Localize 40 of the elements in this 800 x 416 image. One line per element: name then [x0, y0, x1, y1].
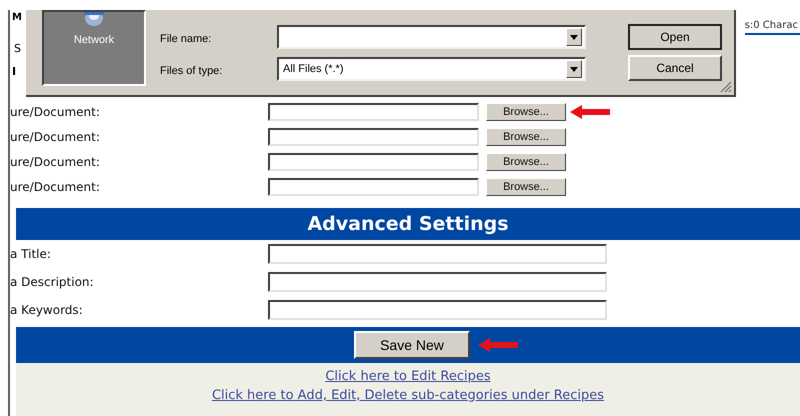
dropdown-button[interactable]	[566, 60, 582, 78]
page-text: I	[12, 64, 16, 80]
status-text: s:0 Charac	[744, 18, 800, 35]
section-header: Advanced Settings	[16, 208, 800, 240]
file-path-field[interactable]	[268, 153, 479, 171]
field-label: a Title:	[10, 246, 52, 263]
caret-icon	[570, 66, 578, 72]
places-item[interactable]: Network	[42, 10, 146, 86]
field-label: File name:	[160, 32, 212, 47]
file-type-dropdown[interactable]: All Files (*.*)	[277, 57, 586, 81]
text-field[interactable]	[268, 244, 607, 264]
field-label: ure/Document:	[10, 179, 101, 196]
combo-value: All Files (*.*)	[282, 62, 345, 77]
dialog-button[interactable]: Cancel	[628, 55, 722, 81]
text-field[interactable]	[268, 272, 607, 292]
dropdown-button[interactable]	[566, 28, 582, 46]
browse-button[interactable]: Browse...	[486, 128, 566, 146]
field-label: ure/Document:	[10, 154, 101, 171]
dialog-button[interactable]: Open	[628, 24, 722, 50]
resize-grip-icon[interactable]	[720, 81, 732, 93]
page-text: M	[11, 11, 22, 25]
caret-icon	[570, 34, 578, 40]
field-label: Files of type:	[160, 64, 222, 79]
link[interactable]: Click here to Edit Recipes	[325, 367, 491, 386]
field-label: a Keywords:	[10, 302, 84, 319]
field-label: ure/Document:	[10, 104, 101, 121]
file-path-field[interactable]	[268, 178, 479, 196]
file-name-field[interactable]	[277, 25, 586, 49]
browse-button[interactable]: Browse...	[486, 178, 566, 196]
browse-button[interactable]: Browse...	[486, 153, 566, 171]
file-path-field[interactable]	[268, 128, 479, 146]
file-path-field[interactable]	[268, 103, 479, 121]
text-field[interactable]	[268, 300, 607, 320]
browse-button[interactable]: Browse...	[486, 103, 566, 121]
page-text: S	[14, 41, 21, 57]
save-button[interactable]: Save New	[354, 331, 470, 359]
field-label: a Description:	[10, 274, 95, 291]
field-label: ure/Document:	[10, 129, 101, 146]
place-label: Network	[74, 33, 114, 48]
link[interactable]: Click here to Add, Edit, Delete sub-categories under Recipes	[212, 386, 604, 405]
